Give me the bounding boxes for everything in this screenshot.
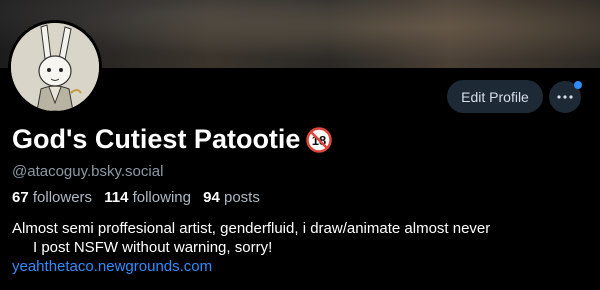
display-name: God's Cutiest Patootie	[12, 124, 301, 154]
display-name-row: God's Cutiest Patootie 18	[12, 124, 333, 155]
profile-bio: Almost semi proffesional artist, genderf…	[12, 219, 597, 276]
bio-line-2: I post NSFW without warning, sorry!	[33, 239, 273, 256]
following-label: following	[132, 189, 191, 206]
no-under-18-icon: 18	[306, 126, 333, 153]
following-link[interactable]: 114 following	[104, 189, 191, 206]
posts-count: 94	[203, 189, 220, 206]
followers-label: followers	[32, 189, 93, 206]
ellipsis-icon	[557, 95, 573, 99]
more-options-button[interactable]	[549, 81, 582, 113]
profile-stats: 67 followers 114 following 94 posts	[12, 189, 260, 206]
notification-dot	[574, 81, 582, 89]
followers-link[interactable]: 67 followers	[12, 189, 92, 206]
avatar-illustration	[11, 23, 99, 111]
followers-count: 67	[12, 189, 29, 206]
posts-stat: 94 posts	[203, 189, 260, 206]
posts-label: posts	[224, 189, 260, 206]
bio-website-link[interactable]: yeahthetaco.newgrounds.com	[12, 257, 597, 276]
profile-avatar[interactable]	[8, 20, 102, 114]
edit-profile-button[interactable]: Edit Profile	[447, 80, 543, 113]
following-count: 114	[104, 189, 129, 206]
bio-line-1: Almost semi proffesional artist, genderf…	[12, 220, 491, 237]
profile-handle: @atacoguy.bsky.social	[12, 163, 164, 180]
